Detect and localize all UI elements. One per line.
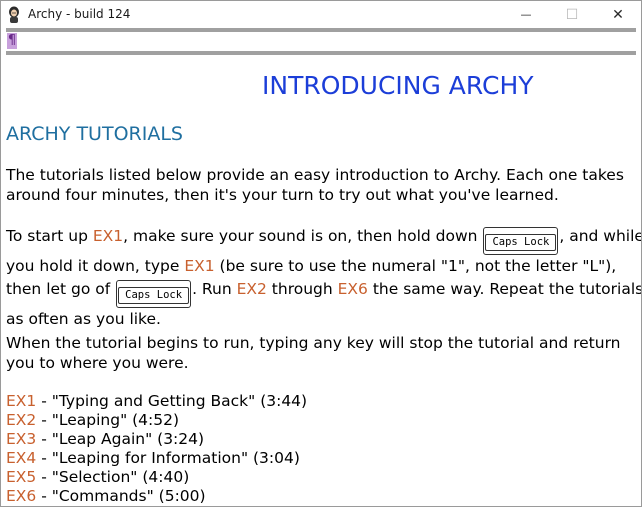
- caps-lock-key-label: Caps Lock: [485, 234, 557, 251]
- tutorial-note-paragraph: When the tutorial begins to run, typing …: [6, 334, 621, 372]
- list-item: EX1 - "Typing and Getting Back" (3:44): [6, 392, 626, 411]
- cursor-mark: ¶: [7, 33, 17, 49]
- list-item: EX2 - "Leaping" (4:52): [6, 411, 626, 430]
- tutorial-list: EX1 - "Typing and Getting Back" (3:44) E…: [6, 392, 626, 506]
- close-icon: ✕: [612, 6, 624, 23]
- tutorial-code: EX2: [6, 411, 37, 429]
- caps-lock-key-label: Caps Lock: [118, 287, 190, 304]
- title-bar[interactable]: Archy - build 124 — ☐ ✕: [1, 1, 641, 28]
- list-item: EX4 - "Leaping for Information" (3:04): [6, 449, 626, 468]
- command-ex1: EX1: [184, 256, 215, 275]
- tutorial-description: - "Leap Again" (3:24): [36, 430, 205, 448]
- tutorial-code: EX1: [6, 392, 37, 410]
- close-button[interactable]: ✕: [595, 1, 641, 28]
- minimize-icon: —: [520, 8, 532, 21]
- text-run: through: [266, 280, 338, 298]
- list-item: EX5 - "Selection" (4:40): [6, 468, 626, 487]
- command-ex2: EX2: [236, 280, 267, 298]
- bottom-divider: [6, 51, 636, 55]
- caps-lock-key: Caps Lock: [483, 227, 559, 255]
- window-title: Archy - build 124: [28, 7, 131, 21]
- tutorial-description: - "Selection" (4:40): [36, 468, 190, 486]
- tutorial-code: EX5: [6, 468, 37, 486]
- list-item: EX6 - "Commands" (5:00): [6, 487, 626, 506]
- text-run: . Run: [192, 280, 237, 298]
- intro-paragraph: The tutorials listed below provide an ea…: [6, 166, 624, 204]
- document-title: INTRODUCING ARCHY: [262, 71, 534, 100]
- minimize-button[interactable]: —: [503, 1, 549, 28]
- tutorial-code: EX3: [6, 430, 37, 448]
- section-heading: ARCHY TUTORIALS: [6, 123, 183, 145]
- tutorial-code: EX6: [6, 487, 37, 505]
- tutorial-description: - "Leaping" (4:52): [36, 411, 180, 429]
- instructions-paragraph: To start up EX1, make sure your sound is…: [6, 225, 641, 331]
- list-item: EX3 - "Leap Again" (3:24): [6, 430, 626, 449]
- text-run: To start up: [6, 227, 93, 245]
- maximize-button[interactable]: ☐: [549, 1, 595, 28]
- tutorial-description: - "Leaping for Information" (3:04): [36, 449, 300, 467]
- command-ex1: EX1: [92, 227, 124, 245]
- archy-app-icon: [9, 6, 19, 23]
- caps-lock-key: Caps Lock: [116, 280, 192, 308]
- tutorial-description: - "Commands" (5:00): [36, 487, 206, 505]
- tutorial-code: EX4: [6, 449, 37, 467]
- top-divider: [6, 28, 636, 32]
- maximize-icon: ☐: [565, 6, 579, 23]
- command-ex6: EX6: [337, 280, 368, 298]
- tutorial-description: - "Typing and Getting Back" (3:44): [36, 392, 308, 410]
- text-run: , make sure your sound is on, then hold …: [123, 227, 483, 245]
- app-window: Archy - build 124 — ☐ ✕ ¶ INTRODUCING AR…: [0, 0, 642, 507]
